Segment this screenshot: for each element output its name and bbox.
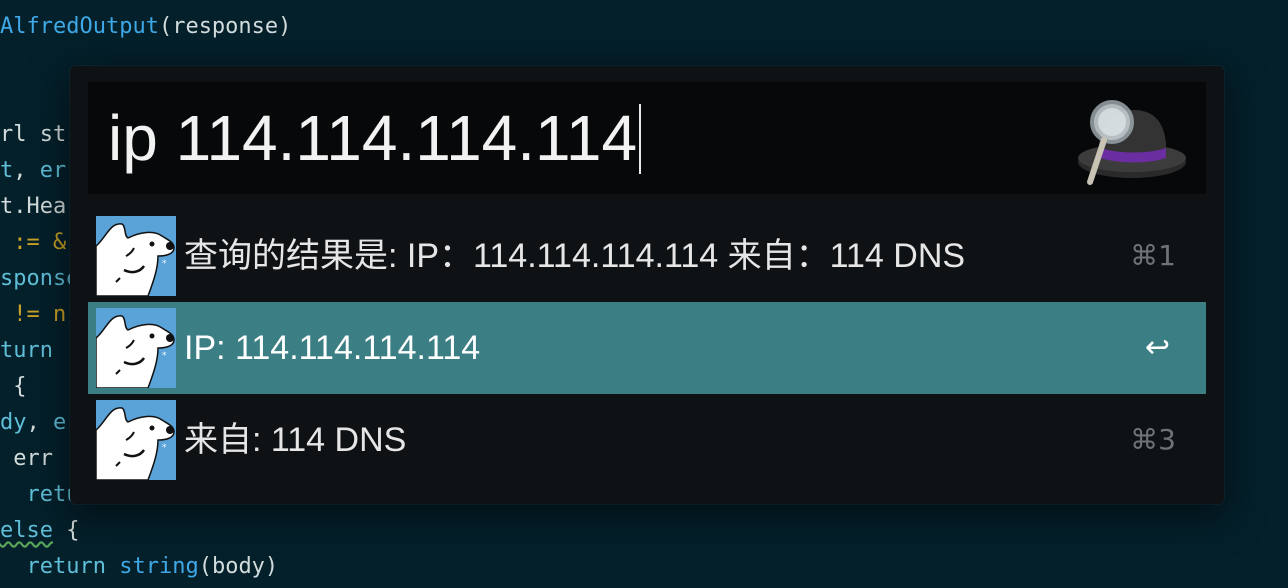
code-token: sponse: [0, 266, 80, 291]
result-row[interactable]: * 查询的结果是: IP：114.114.114.114 来自：114 DNS ⌘1: [88, 210, 1206, 302]
code-line: t.Hea: [0, 192, 66, 222]
code-token: ,: [26, 410, 53, 435]
search-query-text: ip 114.114.114.114: [108, 102, 638, 174]
shortcut-label: ⌘3: [1130, 423, 1176, 456]
code-token: := &: [0, 230, 67, 255]
code-token: dy: [0, 410, 27, 435]
code-token: t.Hea: [0, 194, 67, 219]
code-line: t, er: [0, 156, 66, 186]
alfred-window: ip 114.114.114.114 * 查询的结果是: IP：114.114.1…: [70, 66, 1224, 504]
code-token: rl st: [0, 122, 67, 147]
code-line: return string(body): [0, 552, 278, 582]
result-title: 查询的结果是: IP：114.114.114.114 来自：114 DNS: [184, 237, 966, 275]
code-token: e: [53, 410, 67, 435]
search-input[interactable]: ip 114.114.114.114: [108, 92, 642, 184]
code-token: {: [52, 518, 80, 543]
svg-text:*: *: [162, 351, 167, 361]
code-line: rl st: [0, 120, 66, 150]
code-token: return: [0, 554, 120, 579]
code-token: string: [119, 554, 199, 579]
code-token: AlfredOutput: [0, 14, 159, 39]
text-caret: [639, 104, 642, 175]
code-token: turn: [0, 338, 53, 363]
result-row[interactable]: * 来自: 114 DNS ⌘3: [88, 394, 1206, 486]
code-line: retu: [0, 480, 79, 510]
svg-text:*: *: [162, 443, 167, 453]
shortcut-label: ⌘1: [1130, 239, 1176, 272]
code-token: retu: [0, 482, 80, 507]
code-line: sponse: [0, 264, 79, 294]
code-line: AlfredOutput(response): [0, 12, 291, 42]
code-line: := &: [0, 228, 66, 258]
code-line: {: [0, 372, 27, 402]
code-token: else: [0, 518, 53, 543]
code-token: t: [0, 158, 14, 183]
alfred-hat-icon[interactable]: [1070, 92, 1190, 192]
code-line: err: [0, 444, 53, 474]
code-token: {: [0, 374, 27, 399]
return-key-icon: ↩: [1144, 330, 1170, 365]
code-line: turn: [0, 336, 53, 366]
code-line: else {: [0, 516, 79, 546]
code-token: err: [0, 446, 53, 471]
dog-workflow-icon: *: [95, 216, 176, 297]
result-title: IP: 114.114.114.114: [184, 329, 481, 367]
code-token: != n: [0, 302, 67, 327]
code-token: ,: [13, 158, 40, 183]
code-line: != n: [0, 300, 66, 330]
result-row[interactable]: * IP: 114.114.114.114 ↩: [88, 302, 1206, 394]
search-bar[interactable]: ip 114.114.114.114: [88, 82, 1206, 194]
svg-text:*: *: [162, 259, 167, 269]
result-title: 来自: 114 DNS: [184, 421, 407, 459]
code-token: (body): [198, 554, 279, 579]
dog-workflow-icon: *: [95, 308, 176, 389]
code-line: dy, e: [0, 408, 66, 438]
code-token: (response): [158, 14, 292, 39]
dog-workflow-icon: *: [95, 400, 176, 481]
code-token: er: [39, 158, 67, 183]
